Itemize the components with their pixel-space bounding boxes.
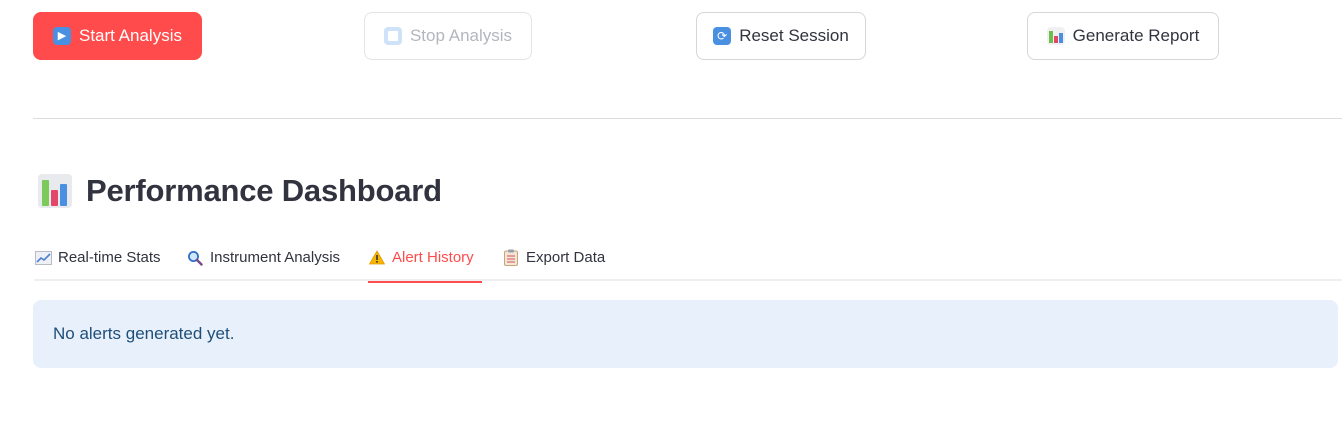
generate-report-label: Generate Report [1072, 26, 1200, 45]
tab-label: Alert History [392, 249, 474, 266]
tab-label: Real-time Stats [58, 249, 161, 266]
chart-increasing-icon [34, 249, 52, 267]
tab-real-time-stats[interactable]: Real-time Stats [34, 234, 168, 281]
dashboard-tabs: Real-time Stats Instrument Analysis Aler… [34, 234, 1342, 283]
tab-label: Instrument Analysis [210, 249, 341, 266]
reset-session-label: Reset Session [739, 26, 849, 45]
warning-icon [368, 249, 386, 267]
dashboard-heading: Performance Dashboard [38, 171, 442, 211]
bar-chart-icon [38, 174, 72, 208]
reset-session-button[interactable]: ⟳ Reset Session [696, 12, 866, 60]
start-analysis-label: Start Analysis [79, 26, 182, 45]
refresh-icon: ⟳ [713, 27, 732, 45]
stop-analysis-button[interactable]: Stop Analysis [364, 12, 532, 60]
section-divider [33, 118, 1342, 119]
stop-icon [383, 27, 402, 45]
info-alert: No alerts generated yet. [33, 300, 1338, 368]
tab-label: Export Data [526, 249, 606, 266]
magnifier-icon [186, 249, 204, 267]
clipboard-icon [502, 249, 520, 267]
page-title: Performance Dashboard [86, 173, 442, 208]
tab-export-data[interactable]: Export Data [502, 234, 614, 281]
generate-report-button[interactable]: Generate Report [1027, 12, 1219, 60]
play-icon: ▶ [53, 27, 71, 45]
stop-analysis-label: Stop Analysis [409, 26, 513, 45]
bar-chart-icon [1046, 27, 1065, 45]
info-message: No alerts generated yet. [53, 324, 235, 343]
start-analysis-button[interactable]: ▶ Start Analysis [33, 12, 202, 60]
tab-instrument-analysis[interactable]: Instrument Analysis [186, 234, 356, 281]
tab-alert-history[interactable]: Alert History [368, 234, 482, 283]
